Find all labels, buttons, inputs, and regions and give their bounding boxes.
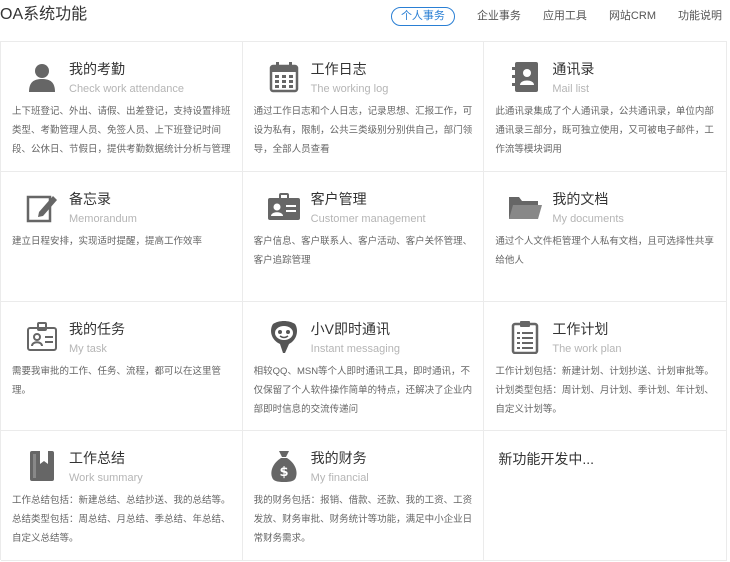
tab-app-tools[interactable]: 应用工具 [543,7,587,25]
tab-enterprise-affairs[interactable]: 企业事务 [477,7,521,25]
card-title: 我的文档 [552,191,609,207]
tab-function-description[interactable]: 功能说明 [678,7,722,25]
feature-card-memo[interactable]: 备忘录 Memorandum 建立日程安排，实现适时提醒，提高工作效率 [1,172,243,302]
card-subtitle: My task [69,342,107,355]
clipboard-icon [508,320,542,354]
card-subtitle: The work plan [552,342,622,355]
tab-personal-affairs[interactable]: 个人事务 [390,6,455,26]
feature-row: 备忘录 Memorandum 建立日程安排，实现适时提醒，提高工作效率 客户管理… [1,172,728,302]
calendar-icon [267,60,301,94]
card-title: 工作计划 [552,320,609,337]
feature-row: 工作总结 Work summary 工作总结包括：新建总结、总结抄送、我的总结等… [1,431,728,561]
feature-card-my-documents[interactable]: 我的文档 My documents 通过个人文件柜管理个人私有文档，且可选择性共… [484,172,728,302]
card-title: 工作总结 [69,450,125,466]
folder-icon [508,190,543,224]
card-description: 工作总结包括：新建总结、总结抄送、我的总结等。总结类型包括：周总结、月总结、季总… [12,495,231,544]
card-title: 小V即时通讯 [310,320,391,337]
feature-row: 我的考勤 Check work attendance 上下班登记、外出、请假、出… [1,42,728,172]
card-subtitle: Check work attendance [69,83,184,95]
card-subtitle: Customer management [310,213,426,225]
card-title: 新功能开发中... [498,451,595,467]
card-subtitle: The working log [310,83,389,95]
card-title: 客户管理 [310,191,367,207]
feature-grid: 我的考勤 Check work attendance 上下班登记、外出、请假、出… [0,41,728,561]
address-book-icon [508,60,542,94]
card-title: 我的考勤 [69,61,125,77]
card-description: 工作计划包括：新建计划、计划抄送、计划审批等。计划类型包括：周计划、月计划、季计… [495,365,714,415]
card-description: 通过工作日志和个人日志，记录思想、汇报工作，可设为私有，限制，公共三类级别分别供… [253,106,473,155]
card-description: 客户信息、客户联系人、客户活动、客户关怀管理、客户追踪管理 [253,236,473,266]
tab-bar: 个人事务 企业事务 应用工具 网站CRM 功能说明 [369,6,722,26]
feature-card-attendance[interactable]: 我的考勤 Check work attendance 上下班登记、外出、请假、出… [1,42,243,172]
feature-card-address-book[interactable]: 通讯录 Mail list 此通讯录集成了个人通讯录，公共通讯录，单位内部通讯录… [484,42,728,172]
money-bag-icon: $ [267,449,301,483]
card-subtitle: Memorandum [69,213,137,225]
memo-edit-icon [25,190,59,224]
card-subtitle: Work summary [69,472,143,484]
card-subtitle: My documents [552,213,624,225]
feature-card-my-task[interactable]: 我的任务 My task 需要我审批的工作、任务、流程，都可以在这里管理。 [1,301,243,431]
card-title: 备忘录 [69,191,111,207]
card-description: 此通讯录集成了个人通讯录，公共通讯录，单位内部通讯录三部分，既可独立使用，又可被… [495,106,714,155]
feature-card-coming-soon: 新功能开发中... [484,431,728,561]
person-icon [25,60,59,94]
card-subtitle: Instant messaging [310,342,400,355]
card-description: 我的财务包括：报销、借款、还款、我的工资、工资发放、财务审批、财务统计等功能，满… [253,495,473,544]
card-subtitle: My financial [310,472,369,484]
id-card-icon [267,190,301,224]
card-title: 我的任务 [69,320,125,337]
card-title: 我的财务 [310,450,367,466]
mascot-icon [267,320,301,354]
card-title: 通讯录 [552,61,595,77]
feature-card-instant-messaging[interactable]: 小V即时通讯 Instant messaging 相较QQ、MSN等个人即时通讯… [242,301,485,431]
card-description: 上下班登记、外出、请假、出差登记，支持设置排班类型、考勤管理人员、免签人员、上下… [12,106,231,155]
card-title: 工作日志 [310,61,367,77]
feature-card-work-summary[interactable]: 工作总结 Work summary 工作总结包括：新建总结、总结抄送、我的总结等… [1,431,243,561]
card-description: 相较QQ、MSN等个人即时通讯工具，即时通讯，不仅保留了个人软件操作简单的特点，… [253,365,473,415]
feature-card-work-plan[interactable]: 工作计划 The work plan 工作计划包括：新建计划、计划抄送、计划审批… [484,301,728,431]
card-description: 需要我审批的工作、任务、流程，都可以在这里管理。 [12,365,222,396]
badge-icon [25,320,59,354]
svg-text:$: $ [279,465,288,480]
bookmark-book-icon [25,449,59,483]
feature-card-work-log[interactable]: 工作日志 The working log 通过工作日志和个人日志，记录思想、汇报… [242,42,485,172]
page-title: OA系统功能 [0,6,88,23]
feature-row: 我的任务 My task 需要我审批的工作、任务、流程，都可以在这里管理。 小V… [1,301,728,431]
feature-card-customer-management[interactable]: 客户管理 Customer management 客户信息、客户联系人、客户活动… [242,172,485,302]
header: OA系统功能 个人事务 企业事务 应用工具 网站CRM 功能说明 [0,0,730,34]
feature-card-my-financial[interactable]: $ 我的财务 My financial 我的财务包括：报销、借款、还款、我的工资… [242,431,485,561]
card-description: 通过个人文件柜管理个人私有文档，且可选择性共享给他人 [495,236,714,266]
tab-website-crm[interactable]: 网站CRM [609,7,656,25]
card-description: 建立日程安排，实现适时提醒，提高工作效率 [12,236,203,247]
card-subtitle: Mail list [552,83,590,95]
